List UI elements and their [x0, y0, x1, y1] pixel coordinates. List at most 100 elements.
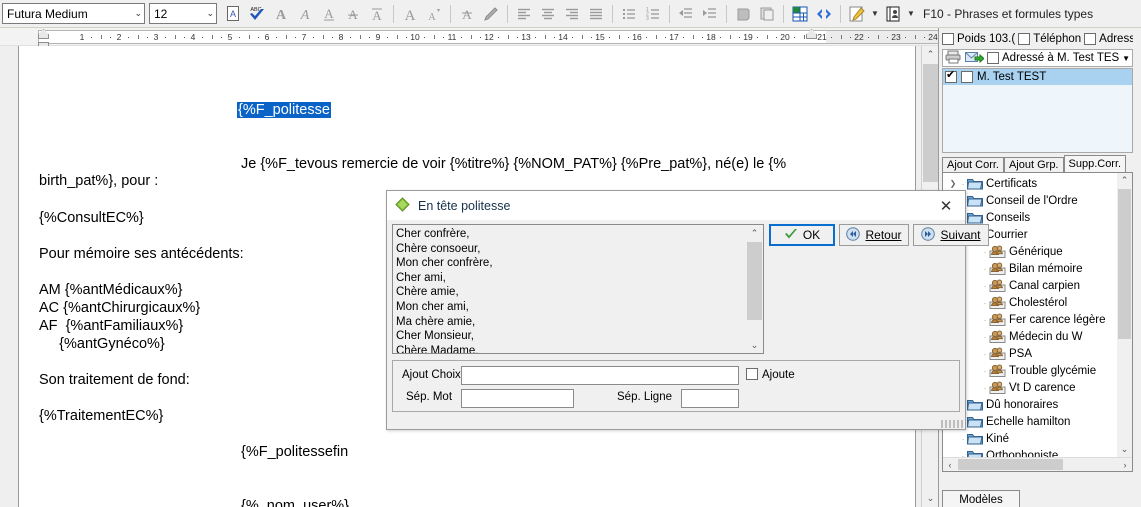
document-paragraph[interactable]: {%F_politesse: [237, 102, 331, 119]
suivant-button[interactable]: Suivant: [913, 224, 989, 246]
list-item[interactable]: Cher ami,: [396, 271, 744, 286]
document-paragraph[interactable]: Son traitement de fond:: [39, 372, 190, 389]
list-item[interactable]: M. Test TEST: [943, 69, 1132, 85]
font-color-icon[interactable]: A: [455, 2, 479, 26]
scroll-up-icon[interactable]: ⌃: [922, 46, 939, 63]
table-icon[interactable]: [788, 2, 812, 26]
politesse-options[interactable]: Cher confrère, Chère consoeur, Mon cher co…: [396, 227, 744, 353]
tree-item[interactable]: · Bilan mémoire: [943, 260, 1117, 277]
ajout-choix-input[interactable]: [461, 366, 739, 385]
tab-modeles[interactable]: Modèles: [942, 490, 1020, 507]
recipient-selector[interactable]: Adressé à M. Test TES ▼: [942, 49, 1133, 67]
scroll-thumb[interactable]: [923, 64, 938, 182]
font-family-select[interactable]: Futura Medium ⌄: [2, 3, 145, 24]
checkbox[interactable]: [1018, 32, 1031, 45]
align-right-icon[interactable]: [560, 2, 584, 26]
document-paragraph[interactable]: {%antGynéco%}: [39, 336, 165, 353]
document-paragraph[interactable]: birth_pat%}, pour :: [39, 173, 158, 190]
align-center-icon[interactable]: [536, 2, 560, 26]
scroll-up-icon[interactable]: ⌃: [1117, 173, 1132, 188]
list-item[interactable]: Chère amie,: [396, 285, 744, 300]
list-item[interactable]: Cher confrère,: [396, 227, 744, 242]
code-icon[interactable]: [812, 2, 836, 26]
document-format-icon[interactable]: A: [221, 2, 245, 26]
document-paragraph[interactable]: Je {%F_tevous remercie de voir {%titre%}…: [241, 156, 786, 173]
corr-tab-2[interactable]: Supp.Corr.: [1063, 155, 1127, 172]
tree-item[interactable]: · Vt D carence: [943, 379, 1117, 396]
patient-info-check[interactable]: Téléphon: [1018, 32, 1081, 45]
tree-item[interactable]: · Cholestérol: [943, 294, 1117, 311]
font-shrink-icon[interactable]: A: [422, 2, 446, 26]
edit-note-icon[interactable]: [845, 2, 869, 26]
strikethrough-icon[interactable]: A: [341, 2, 365, 26]
resize-grip[interactable]: [941, 420, 963, 428]
scroll-right-icon[interactable]: ›: [1118, 458, 1132, 471]
recipient-checkbox[interactable]: [987, 52, 999, 64]
increase-indent-icon[interactable]: [698, 2, 722, 26]
scroll-left-icon[interactable]: ‹: [943, 458, 957, 471]
tree-folder[interactable]: ·Echelle hamilton: [943, 413, 1117, 430]
patient-info-check[interactable]: Poids 103.(: [942, 32, 1015, 45]
tree-item[interactable]: · Médecin du W: [943, 328, 1117, 345]
list-item[interactable]: Ma chère amie,: [396, 315, 744, 330]
italic-icon[interactable]: A: [293, 2, 317, 26]
scroll-down-icon[interactable]: ⌄: [1117, 442, 1132, 457]
highlight-icon[interactable]: [479, 2, 503, 26]
expand-chevron-icon[interactable]: ❯: [947, 179, 959, 188]
edit-note-dropdown-icon[interactable]: ▼: [869, 9, 881, 18]
checkbox[interactable]: [1084, 32, 1097, 45]
template-tree[interactable]: ❯·Certificats❯·Conseil de l'Ordre·Consei…: [943, 175, 1117, 457]
font-grow-icon[interactable]: A: [398, 2, 422, 26]
scroll-down-icon[interactable]: ⌄: [922, 490, 939, 507]
tree-vertical-scrollbar[interactable]: ⌃ ⌄: [1117, 173, 1132, 457]
tree-folder[interactable]: · Kiné: [943, 430, 1117, 447]
document-paragraph[interactable]: {%ConsultEC%}: [39, 210, 144, 227]
sep-mot-input[interactable]: [461, 389, 574, 408]
close-icon[interactable]: ✕: [933, 195, 959, 217]
ok-button[interactable]: OK: [769, 224, 835, 246]
scroll-down-icon[interactable]: ⌄: [746, 337, 763, 353]
printer-icon[interactable]: [945, 50, 962, 67]
tree-folder[interactable]: · Orthophoniste: [943, 447, 1117, 457]
font-size-select[interactable]: 12 ⌄: [149, 3, 217, 24]
spellcheck-icon[interactable]: ABC: [245, 2, 269, 26]
copy-icon[interactable]: [755, 2, 779, 26]
tree-item[interactable]: · Canal carpien: [943, 277, 1117, 294]
document-paragraph[interactable]: AF {%antFamiliaux%}: [39, 318, 183, 335]
ajoute-checkbox[interactable]: [746, 368, 758, 380]
listbox-vertical-scrollbar[interactable]: ⌃ ⌄: [746, 225, 763, 353]
address-book-icon[interactable]: [881, 2, 905, 26]
checkbox[interactable]: [942, 32, 954, 45]
document-paragraph[interactable]: {%_nom_user%}: [241, 498, 349, 507]
tree-folder[interactable]: ·Dû honoraires: [943, 396, 1117, 413]
align-justify-icon[interactable]: [584, 2, 608, 26]
paste-icon[interactable]: [731, 2, 755, 26]
scroll-thumb[interactable]: [747, 242, 762, 320]
underline-icon[interactable]: A: [317, 2, 341, 26]
retour-button[interactable]: Retour: [839, 224, 909, 246]
overline-icon[interactable]: A: [365, 2, 389, 26]
tree-item[interactable]: · Fer carence légère: [943, 311, 1117, 328]
ruler-scale[interactable]: 1 2 3 4 5 6 7 8 9 10 11 12 13 14 15 16 17 18 19 20 21 22 23 24: [38, 30, 938, 44]
sep-ligne-input[interactable]: [681, 389, 739, 408]
document-paragraph[interactable]: Pour mémoire ses antécédents:: [39, 246, 244, 263]
send-mail-icon[interactable]: [965, 50, 985, 67]
document-paragraph[interactable]: AM {%antMédicaux%}: [39, 282, 182, 299]
list-item[interactable]: Mon cher ami,: [396, 300, 744, 315]
horizontal-ruler[interactable]: 1 2 3 4 5 6 7 8 9 10 11 12 13 14 15 16 17 18 19 20 21 22 23 24: [0, 28, 938, 52]
tree-item[interactable]: · Trouble glycémie: [943, 362, 1117, 379]
list-item[interactable]: Chère Madame,: [396, 344, 744, 353]
list-item[interactable]: Cher Monsieur,: [396, 329, 744, 344]
scroll-thumb[interactable]: [958, 459, 1063, 470]
selected-text[interactable]: {%F_politesse: [237, 102, 331, 118]
bold-icon[interactable]: A: [269, 2, 293, 26]
recipient-list[interactable]: M. Test TEST: [942, 68, 1133, 153]
list-item[interactable]: Mon cher confrère,: [396, 256, 744, 271]
document-paragraph[interactable]: {%F_politessefin: [241, 444, 348, 461]
corr-tab-0[interactable]: Ajout Corr.: [942, 157, 1004, 172]
corr-tab-1[interactable]: Ajout Grp.: [1003, 157, 1064, 172]
tree-horizontal-scrollbar[interactable]: ‹ ›: [943, 457, 1132, 471]
document-paragraph[interactable]: {%TraitementEC%}: [39, 408, 163, 425]
numbered-list-icon[interactable]: 123: [641, 2, 665, 26]
politesse-listbox[interactable]: Cher confrère, Chère consoeur, Mon cher co…: [392, 224, 764, 354]
